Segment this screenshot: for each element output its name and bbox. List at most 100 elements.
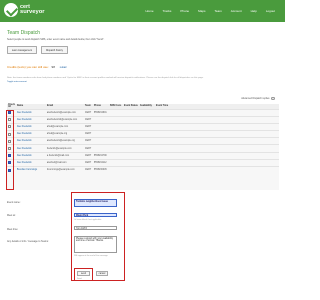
message-hint: Will appear at the end of the message — [74, 255, 108, 257]
member-event-time — [154, 158, 279, 167]
member-email: alexfrederick2@example.com — [45, 115, 84, 124]
table-row: Alex Frederick alexfrederick@example.org C… — [7, 137, 279, 145]
member-team: CERT — [83, 144, 93, 153]
dispatch-history-button[interactable]: Dispatch history — [40, 46, 68, 54]
selection-highlight — [6, 110, 14, 190]
member-name[interactable]: Alex Frederick — [15, 108, 46, 117]
member-phone — [92, 137, 109, 145]
credits-label: Credits (texts) you can still use: — [7, 65, 49, 69]
member-availability — [138, 158, 155, 167]
member-name[interactable]: Alex Frederick — [15, 122, 46, 131]
table-row: Alex Frederick alexfrederick@example.com C… — [7, 108, 279, 117]
member-sms-consent — [108, 115, 123, 124]
member-event-time — [154, 122, 279, 131]
member-name[interactable]: Alex Frederick — [15, 151, 46, 160]
member-team: CERT — [83, 108, 93, 117]
nav-home[interactable]: Home — [146, 9, 154, 13]
nav-team[interactable]: Team — [214, 9, 221, 13]
table-body: Alex Frederick alexfrederick@example.com C… — [7, 108, 279, 174]
member-name[interactable]: Alex Frederick — [15, 144, 46, 153]
member-phone — [92, 144, 109, 153]
member-availability — [138, 137, 155, 145]
member-event-time — [154, 151, 279, 160]
nav-tracks[interactable]: Tracks — [163, 9, 172, 13]
member-name[interactable]: Alex Frederick — [15, 130, 46, 138]
member-team: CERT — [83, 130, 93, 138]
top-buttons: team management Dispatch history — [7, 46, 68, 54]
cancel-button[interactable]: cancel — [96, 271, 108, 276]
certsurveyor-logo[interactable]: cert surveyor — [4, 3, 45, 17]
member-email: alexfred@mail.com — [45, 158, 84, 167]
member-email: frederick@example.com — [45, 144, 84, 153]
member-sms-consent — [108, 122, 123, 131]
member-team: CERT — [83, 165, 93, 174]
member-event-status — [122, 165, 139, 174]
member-event-time — [154, 130, 279, 138]
member-phone: 5558234601 — [92, 108, 109, 117]
table-row: Alex Frederick afred@example.com CERT — [7, 122, 279, 131]
member-event-status — [122, 151, 139, 160]
table-row: Brendan Cummings bcummings@example.com CER… — [7, 165, 279, 174]
member-sms-consent — [108, 144, 123, 153]
member-event-status — [122, 130, 139, 138]
member-event-time — [154, 108, 279, 117]
member-event-time — [154, 137, 279, 145]
member-name[interactable]: Alex Frederick — [15, 115, 46, 124]
member-event-status — [122, 122, 139, 131]
toggle-auto-consent-link[interactable]: Toggle auto-consent — [7, 81, 27, 83]
nav-account[interactable]: Account — [231, 9, 242, 13]
message-textarea[interactable]: Please respond with your availability an… — [74, 236, 117, 253]
send-button[interactable]: send — [77, 271, 90, 276]
member-event-time — [154, 115, 279, 124]
member-sms-consent — [108, 165, 123, 174]
reload-link[interactable]: reload — [60, 66, 67, 69]
member-name[interactable]: Brendan Cummings — [15, 165, 46, 174]
main-nav: Home Tracks Phone Maps Team Account Help… — [146, 9, 275, 13]
member-availability — [138, 115, 155, 124]
member-email: alexfrederick@example.org — [45, 137, 84, 145]
member-phone — [92, 130, 109, 138]
member-phone: 5558230045 — [92, 165, 109, 174]
team-management-button[interactable]: team management — [7, 46, 37, 54]
member-sms-consent — [108, 151, 123, 160]
member-name[interactable]: Alex Frederick — [15, 137, 46, 145]
advanced-dispatch-label: Advanced Dispatch replies — [241, 97, 270, 100]
nav-maps[interactable]: Maps — [198, 9, 205, 13]
nav-help[interactable]: Help — [251, 9, 257, 13]
logo-check-icon — [4, 3, 18, 17]
member-phone: 5558234112 — [92, 158, 109, 167]
table-row: Alex Frederick frederick@example.com CERT — [7, 144, 279, 153]
member-availability — [138, 151, 155, 160]
table-row: Alex Frederick alexfred@mail.com CERT 55582… — [7, 158, 279, 167]
member-sms-consent — [108, 137, 123, 145]
nav-phone[interactable]: Phone — [180, 9, 189, 13]
event-name-input[interactable]: Tomkins neighborhood issue — [74, 199, 117, 207]
member-availability — [138, 165, 155, 174]
meet-time-input[interactable]: 7pm 10/15 — [74, 226, 117, 230]
member-email: afred@example.org — [45, 130, 84, 138]
member-event-time — [154, 144, 279, 153]
nav-logout[interactable]: Logout — [266, 9, 275, 13]
logo-text-line2: surveyor — [20, 9, 45, 15]
member-availability — [138, 122, 155, 131]
table-row: Alex Frederick alexfrederick2@example.com… — [7, 115, 279, 124]
member-email: a.frederick@mail.com — [45, 151, 84, 160]
member-sms-consent — [108, 130, 123, 138]
page-title: Team Dispatch — [7, 30, 41, 36]
top-navbar: cert surveyor Home Tracks Phone Maps Tea… — [0, 0, 285, 22]
member-event-status — [122, 144, 139, 153]
member-name[interactable]: Alex Frederick — [15, 158, 46, 167]
meet-at-input[interactable]: Miami Park — [74, 213, 117, 217]
member-team: CERT — [83, 151, 93, 160]
table-row: Alex Frederick afred@example.org CERT — [7, 130, 279, 138]
event-name-label: Event name: — [7, 201, 21, 204]
member-event-status — [122, 158, 139, 167]
member-email: bcummings@example.com — [45, 165, 84, 174]
member-event-status — [122, 137, 139, 145]
member-phone — [92, 122, 109, 131]
member-event-status — [122, 115, 139, 124]
credits-line: Credits (texts) you can still use: 98 re… — [7, 65, 66, 69]
advanced-dispatch-toggle[interactable] — [271, 97, 275, 100]
member-sms-consent — [108, 158, 123, 167]
member-team: CERT — [83, 115, 93, 124]
